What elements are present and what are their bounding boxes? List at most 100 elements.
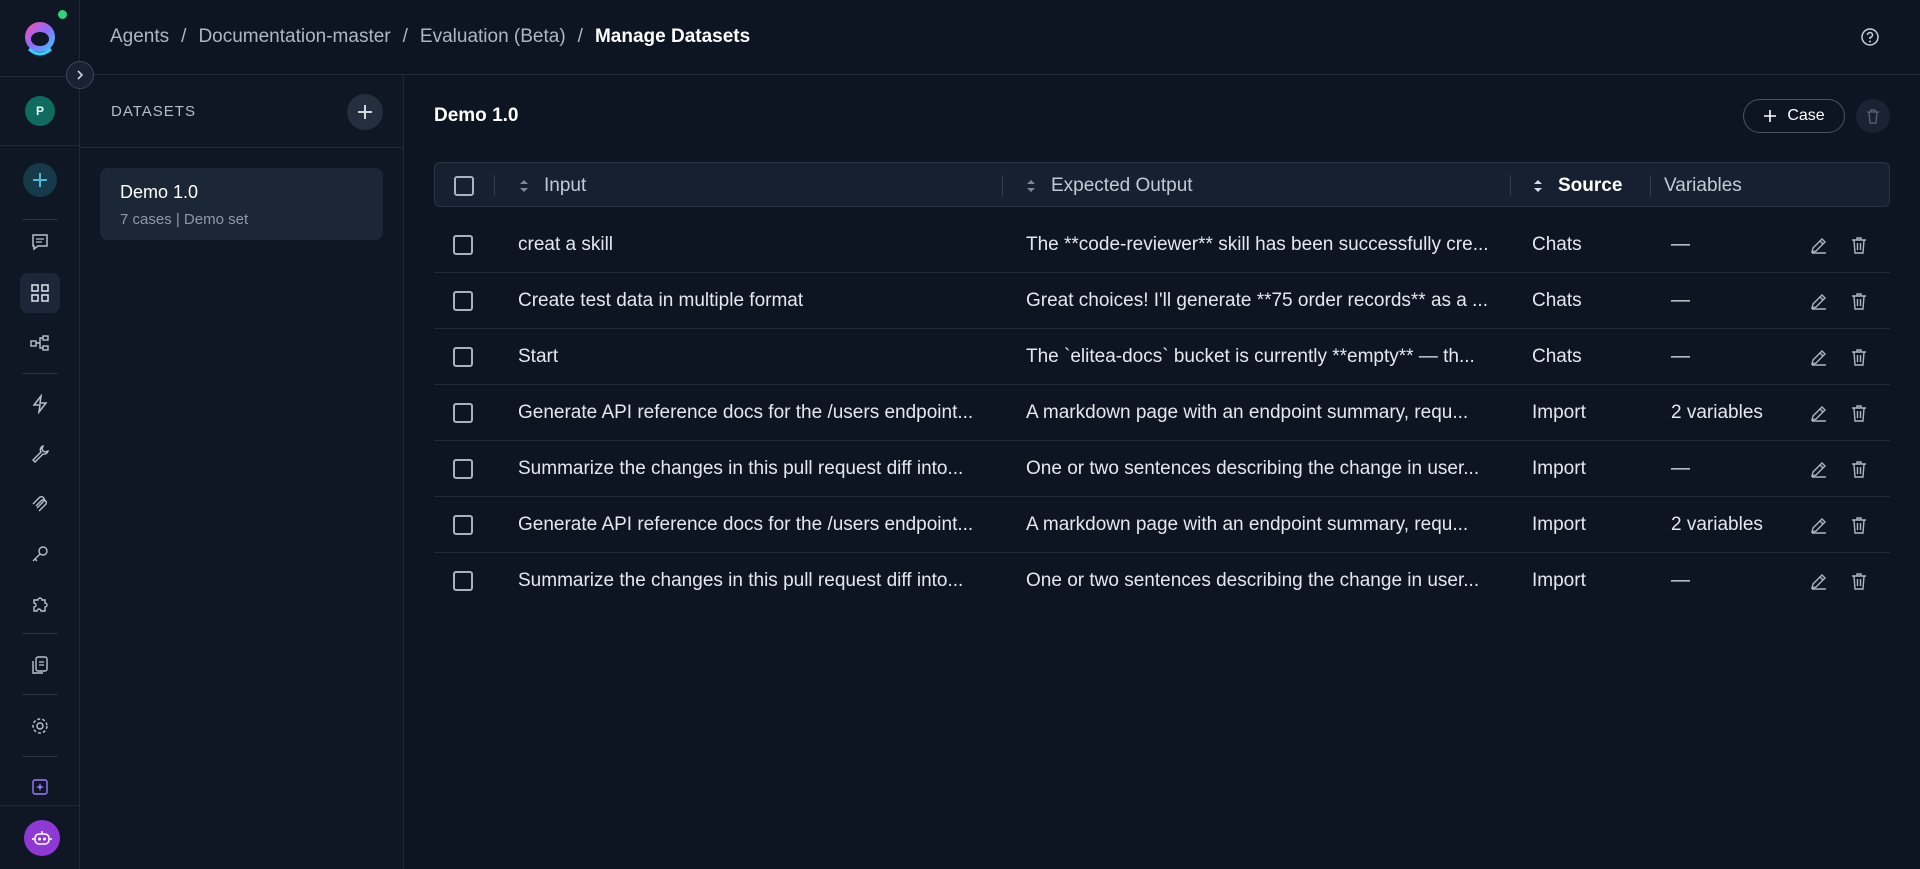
breadcrumb-evaluation[interactable]: Evaluation (Beta) [420,26,566,48]
trash-icon[interactable] [1849,403,1869,423]
chatbot-button[interactable] [24,820,60,856]
edit-icon[interactable] [1809,347,1829,367]
dataset-name: Demo 1.0 [120,182,199,202]
variables-cell: 2 variables [1671,402,1763,423]
mcp-icon [32,496,47,512]
plus-icon [1764,110,1777,122]
edit-icon[interactable] [1809,571,1829,591]
input-cell: Generate API reference docs for the /use… [518,514,974,535]
expected-output-cell: A markdown page with an endpoint summary… [1026,402,1469,423]
extensions-nav-button[interactable] [20,584,60,624]
table-row: creat a skill The **code-reviewer** skil… [434,217,1890,273]
column-input[interactable]: Input [518,163,586,208]
add-dataset-button[interactable] [347,94,383,130]
table-row: Summarize the changes in this pull reque… [434,553,1890,609]
settings-nav-button[interactable] [20,706,60,746]
plus-icon [33,173,47,187]
expected-output-cell: The **code-reviewer** skill has been suc… [1026,234,1489,255]
variables-cell: — [1671,458,1690,479]
column-source[interactable]: Source [1532,163,1622,208]
credentials-nav-button[interactable] [20,534,60,574]
gear-icon [32,718,48,734]
table-header: Input Expected Output Source Variables [434,162,1890,207]
main-content: Demo 1.0 Case Input Expected Output Sour… [404,75,1920,869]
row-checkbox[interactable] [453,459,473,479]
table-row: Generate API reference docs for the /use… [434,385,1890,441]
breadcrumb-agents[interactable]: Agents [110,26,169,48]
online-status-dot [58,10,67,19]
agents-nav-button[interactable] [20,273,60,313]
help-icon[interactable] [1860,27,1880,47]
edit-icon[interactable] [1809,515,1829,535]
artifacts-nav-button[interactable] [20,645,60,685]
sparkle-doc-icon [32,779,48,795]
edit-icon[interactable] [1809,459,1829,479]
row-checkbox[interactable] [453,571,473,591]
new-item-button[interactable] [23,163,57,197]
datasets-panel: DATASETS Demo 1.0 7 cases | Demo set [80,75,404,869]
page-title: Manage Datasets [594,26,751,47]
trash-icon[interactable] [1849,291,1869,311]
input-cell: Generate API reference docs for the /use… [518,402,974,423]
pipelines-nav-button[interactable] [20,323,60,363]
expected-output-cell: Great choices! I'll generate **75 order … [1026,290,1488,311]
row-checkbox[interactable] [453,347,473,367]
dataset-item[interactable]: Demo 1.0 7 cases | Demo set [100,168,383,240]
row-checkbox[interactable] [453,515,473,535]
mcp-nav-button[interactable] [20,484,60,524]
select-all-checkbox[interactable] [454,175,474,196]
source-cell: Import [1532,458,1586,479]
add-case-label: Case [1787,107,1825,124]
left-rail: P [0,0,94,869]
source-cell: Chats [1532,346,1582,367]
table-row: Generate API reference docs for the /use… [434,497,1890,553]
rail-divider [22,373,58,374]
row-checkbox[interactable] [453,235,473,255]
app-logo[interactable] [20,19,60,59]
delete-selected-button[interactable] [1856,99,1890,133]
breadcrumb-agent[interactable]: Documentation-master [198,26,390,48]
row-checkbox[interactable] [453,403,473,423]
rail-divider [22,633,58,634]
add-case-button[interactable]: Case [1743,99,1845,133]
input-cell: Summarize the changes in this pull reque… [518,458,964,479]
rail-divider [0,145,80,146]
source-cell: Chats [1532,290,1582,311]
variables-cell: — [1671,290,1690,311]
trash-icon[interactable] [1849,459,1869,479]
table-row: Summarize the changes in this pull reque… [434,441,1890,497]
trash-icon[interactable] [1849,571,1869,591]
cases-table: Input Expected Output Source Variables c… [434,162,1890,609]
avatar[interactable]: P [25,96,55,126]
robot-icon [32,831,52,845]
chat-nav-button[interactable] [20,222,60,262]
input-cell: creat a skill [518,234,614,255]
rail-divider [22,694,58,695]
column-expected-output[interactable]: Expected Output [1025,163,1193,208]
row-checkbox[interactable] [453,291,473,311]
table-row: Start The `elitea-docs` bucket is curren… [434,329,1890,385]
expected-output-cell: One or two sentences describing the chan… [1026,458,1480,479]
edit-icon[interactable] [1809,403,1829,423]
trash-icon[interactable] [1849,515,1869,535]
edit-icon[interactable] [1809,235,1829,255]
edit-icon[interactable] [1809,291,1829,311]
flow-icon [30,335,49,351]
trash-icon[interactable] [1849,347,1869,367]
puzzle-icon [33,597,48,612]
chevron-right-icon [77,70,84,80]
ai-assistant-nav-button[interactable] [20,767,60,807]
datasets-header: DATASETS [80,75,403,148]
variables-cell: — [1671,346,1690,367]
triggers-nav-button[interactable] [20,384,60,424]
table-row: Create test data in multiple format Grea… [434,273,1890,329]
toolkits-nav-button[interactable] [20,434,60,474]
sort-icon [1534,179,1542,192]
rail-divider [0,805,80,806]
trash-icon[interactable] [1849,235,1869,255]
expected-output-cell: One or two sentences describing the chan… [1026,570,1480,591]
documents-icon [32,656,48,674]
sort-icon [1027,179,1035,192]
expand-sidebar-button[interactable] [66,61,94,89]
source-cell: Chats [1532,234,1582,255]
